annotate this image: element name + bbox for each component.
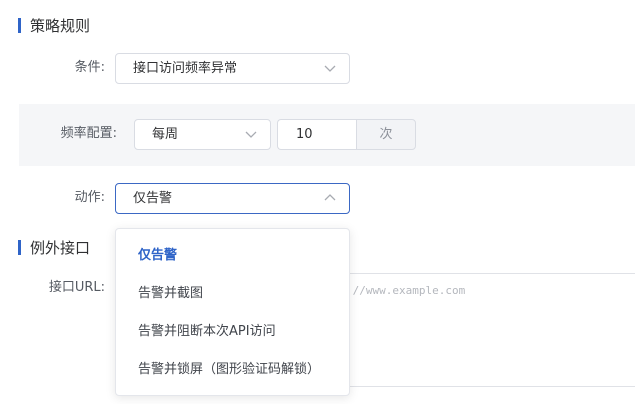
- section-title-strategy-rules: 策略规则: [18, 15, 90, 35]
- dropdown-option-alert-only[interactable]: 仅告警: [116, 237, 349, 275]
- action-dropdown-menu: 仅告警 告警并截图 告警并阻断本次API访问 告警并锁屏（图形验证码解锁）: [115, 228, 350, 396]
- condition-select-value: 接口访问频率异常: [133, 61, 238, 76]
- section-title-text: 策略规则: [30, 16, 91, 35]
- action-label: 动作:: [74, 190, 105, 205]
- action-select-value: 仅告警: [133, 191, 173, 206]
- dropdown-option-alert-screenshot[interactable]: 告警并截图: [116, 275, 349, 313]
- condition-label: 条件:: [74, 60, 105, 75]
- action-select[interactable]: 仅告警: [115, 183, 350, 214]
- section-title-text: 例外接口: [30, 238, 91, 257]
- chevron-down-icon: [245, 131, 257, 138]
- section-accent-bar: [18, 17, 21, 33]
- exception-url-placeholder: ://www.example.com: [346, 284, 466, 297]
- condition-select[interactable]: 接口访问频率异常: [115, 53, 350, 84]
- section-title-exception-api: 例外接口: [18, 237, 90, 257]
- dropdown-option-alert-block-api[interactable]: 告警并阻断本次API访问: [116, 313, 349, 351]
- section-accent-bar: [18, 239, 21, 255]
- strategy-form-page: 策略规则 条件: 接口访问频率异常 频率配置: 每周 10 次 动作: 仅告警 …: [0, 0, 635, 404]
- frequency-period-value: 每周: [152, 127, 179, 142]
- frequency-label: 频率配置:: [60, 126, 117, 141]
- exception-url-label: 接口URL:: [48, 280, 105, 295]
- frequency-unit-suffix: 次: [356, 119, 416, 150]
- chevron-up-icon: [324, 194, 336, 201]
- frequency-count-input[interactable]: 10: [277, 119, 357, 150]
- chevron-down-icon: [324, 65, 336, 72]
- frequency-period-select[interactable]: 每周: [134, 119, 271, 150]
- dropdown-option-alert-lock-screen[interactable]: 告警并锁屏（图形验证码解锁）: [116, 351, 349, 389]
